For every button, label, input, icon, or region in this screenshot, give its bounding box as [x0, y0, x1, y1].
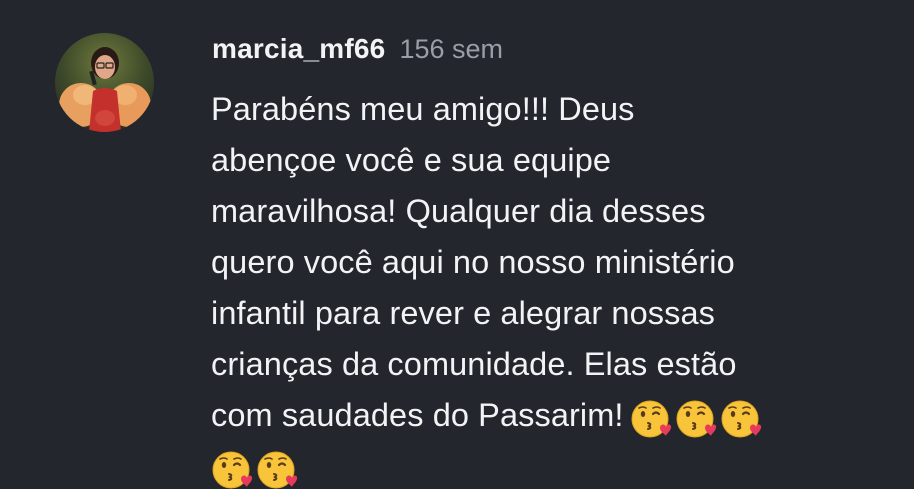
comment-text: Parabéns meu amigo!!! Deus abençoe você …	[211, 84, 891, 489]
timestamp: 156 sem	[399, 34, 503, 64]
avatar[interactable]	[55, 33, 154, 132]
comment-text-line: abençoe você e sua equipe	[211, 142, 612, 178]
comment-header: marcia_mf66 156 sem	[212, 33, 503, 73]
emoji-group	[211, 443, 891, 489]
comment-text-line: Parabéns meu amigo!!! Deus	[211, 91, 635, 127]
face-blowing-a-kiss-emoji	[675, 398, 717, 440]
username-link[interactable]: marcia_mf66	[212, 33, 385, 65]
emoji-group	[630, 392, 765, 443]
face-blowing-a-kiss-emoji	[256, 449, 298, 489]
face-blowing-a-kiss-emoji	[211, 449, 253, 489]
comment-text-line-with-emojis: com saudades do Passarim!	[211, 390, 891, 443]
comment-text-line: com saudades do Passarim!	[211, 397, 624, 433]
comment-text-line: quero você aqui no nosso ministério	[211, 244, 735, 280]
face-blowing-a-kiss-emoji	[720, 398, 762, 440]
comment-text-line: crianças da comunidade. Elas estão	[211, 346, 737, 382]
comment-item: marcia_mf66 156 sem Parabéns meu amigo!!…	[0, 0, 914, 489]
comment-text-line: maravilhosa! Qualquer dia desses	[211, 193, 706, 229]
comment-text-line: infantil para rever e alegrar nossas	[211, 295, 716, 331]
face-blowing-a-kiss-emoji	[630, 398, 672, 440]
